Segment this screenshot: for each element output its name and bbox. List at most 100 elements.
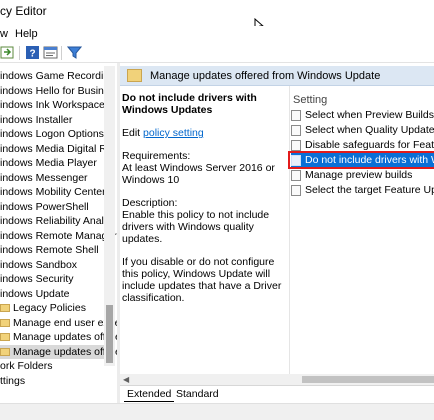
toolbar-separator [19, 46, 20, 60]
tree-item-label: indows Logon Options [0, 128, 104, 140]
settings-hscrollbar[interactable]: ◀ [120, 374, 434, 385]
policy-setting-icon [291, 139, 301, 151]
folder-icon [0, 304, 10, 313]
tree-scrollbar-thumb[interactable] [106, 305, 113, 363]
description-text: Enable this policy to not include driver… [122, 209, 270, 245]
policy-setting-icon [291, 109, 301, 121]
properties-icon[interactable] [43, 45, 58, 60]
setting-row[interactable]: Select the target Feature Updat [291, 183, 434, 197]
policy-setting-icon [291, 169, 301, 181]
help-icon[interactable]: ? [25, 45, 40, 60]
tree-item[interactable]: ttings [0, 374, 104, 388]
tree-item-label: indows Hello for Busine [0, 84, 110, 97]
setting-label: Select when Preview Builds and [305, 109, 434, 121]
filter-icon[interactable] [67, 45, 82, 60]
tree-item-label: indows Installer [0, 113, 73, 126]
setting-row[interactable]: Select when Preview Builds and [291, 108, 434, 122]
tree-item-label: indows Remote Shell [0, 244, 99, 256]
tree-item-label: indows Remote Manager [0, 229, 117, 242]
category-tree: indows Game Recording indows Hello for Bu… [0, 66, 117, 420]
tree-item[interactable]: ork Folders [0, 359, 104, 373]
setting-row[interactable]: Manage preview builds [291, 168, 434, 182]
edit-prefix: Edit [122, 127, 144, 139]
disable-text: If you disable or do not configure this … [122, 256, 282, 304]
status-bar [0, 403, 434, 420]
policy-setting-icon [291, 184, 301, 196]
svg-text:?: ? [29, 49, 35, 60]
tree-item-label: Manage end user exper [13, 316, 117, 329]
menu-help[interactable]: Help [15, 28, 38, 40]
tree-item[interactable]: indows Update [0, 287, 104, 301]
menu-view[interactable]: w [0, 28, 8, 40]
tree-item-label: Legacy Policies [13, 302, 86, 314]
tree-item-label: indows Mobility Center [0, 186, 106, 198]
tree-item-label: ttings [0, 374, 26, 387]
tree-item[interactable]: indows Remote Manager [0, 229, 117, 243]
tree-item[interactable]: indows Sandbox [0, 258, 104, 272]
tab-extended[interactable]: Extended [124, 388, 175, 402]
menu-bar: w Help [0, 26, 434, 43]
pane-splitter[interactable] [117, 63, 120, 420]
setting-label: Select when Quality Updates ar [305, 124, 434, 136]
tree-item[interactable]: indows Game Recording [0, 69, 115, 83]
setting-column-header[interactable]: Setting [293, 94, 327, 106]
column-divider [289, 86, 290, 376]
tree-item[interactable]: Legacy Policies [0, 301, 104, 315]
tree-item[interactable]: indows Security [0, 272, 104, 286]
policy-heading: Do not include drivers with Windows Upda… [122, 92, 257, 116]
tree-item-label: indows Security [0, 273, 74, 285]
setting-label: Disable safeguards for Feature [305, 139, 434, 151]
show-hide-tree-icon[interactable] [0, 45, 15, 60]
requirements-label: Requirements: [122, 150, 191, 162]
tree-item[interactable]: indows Hello for Busine [0, 84, 110, 98]
toolbar-separator [61, 46, 62, 60]
tree-item[interactable]: indows Media Player [0, 156, 104, 170]
tree-item[interactable]: indows Messenger [0, 171, 104, 185]
requirements-block: Requirements: At least Windows Server 201… [122, 150, 287, 186]
description-label: Description: [122, 197, 178, 209]
scroll-left-icon[interactable]: ◀ [123, 375, 129, 384]
title-bar: cy Editor [0, 0, 434, 24]
tree-item-label: indows Reliability Analys [0, 215, 115, 227]
tree-item-label: indows Sandbox [0, 258, 78, 271]
folder-icon [0, 318, 10, 327]
tree-item-label: indows Media Digital Rig [0, 142, 115, 155]
tree-item[interactable]: indows Reliability Analys [0, 214, 114, 228]
tree-item[interactable]: indows Mobility Center [0, 185, 106, 199]
edit-policy-link[interactable]: policy setting [143, 127, 204, 139]
tree-item[interactable]: indows Logon Options [0, 127, 104, 141]
setting-row[interactable]: Disable safeguards for Feature [291, 138, 434, 152]
tree-item-label: indows Media Player [0, 157, 97, 169]
edit-policy-line: Edit policy setting [122, 127, 287, 139]
highlight-annotation-box [288, 151, 434, 169]
tree-item[interactable]: indows PowerShell [0, 200, 104, 214]
setting-label: Manage preview builds [305, 169, 413, 181]
tree-item-label: Manage updates offere [13, 331, 117, 343]
tree-item-label: ork Folders [0, 360, 53, 372]
tab-standard[interactable]: Standard [173, 388, 222, 402]
section-header: Manage updates offered from Windows Upda… [120, 66, 434, 86]
setting-label: Select the target Feature Updat [305, 184, 434, 196]
tree-item[interactable]: Manage end user exper [0, 316, 117, 330]
tree-item-label: indows Game Recording [0, 70, 115, 82]
view-tabs: Extended Standard [120, 385, 434, 403]
setting-row[interactable]: Select when Quality Updates ar [291, 123, 434, 137]
window-title: cy Editor [0, 4, 47, 18]
folder-icon [127, 69, 142, 82]
hscroll-thumb[interactable] [302, 376, 434, 383]
tree-item-label: indows Ink Workspace [0, 99, 105, 111]
folder-icon [0, 347, 10, 356]
tree-item[interactable]: indows Ink Workspace [0, 98, 105, 112]
tree-item[interactable]: Manage updates offere [0, 330, 117, 344]
tree-item-label: Manage updates offere [13, 345, 117, 358]
section-title: Manage updates offered from Windows Upda… [150, 70, 381, 82]
tree-item[interactable]: indows Media Digital Rig [0, 142, 115, 156]
tree-item-label: indows Messenger [0, 171, 88, 184]
tree-item-label: indows PowerShell [0, 200, 89, 213]
policy-description: Do not include drivers with Windows Upda… [122, 92, 287, 375]
tree-item[interactable]: Manage updates offere [0, 344, 117, 359]
description-block: Description: Enable this policy to not in… [122, 197, 287, 245]
tree-item[interactable]: indows Remote Shell [0, 243, 104, 257]
tree-item[interactable]: indows Installer [0, 113, 104, 127]
tree-item-label: indows Update [0, 287, 70, 300]
